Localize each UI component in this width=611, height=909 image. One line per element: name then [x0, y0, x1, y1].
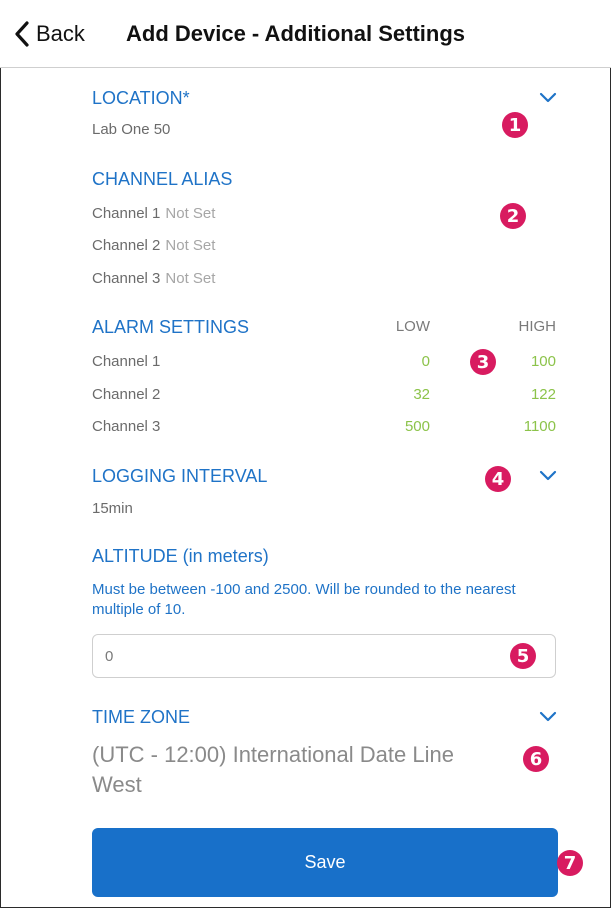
callout-badge-3: 3	[470, 349, 496, 375]
altitude-title: ALTITUDE (in meters)	[92, 546, 269, 566]
channel-alias-item-3[interactable]: Channel 3 Not Set	[92, 270, 215, 287]
logging-interval-chevron-down-icon[interactable]	[539, 470, 557, 482]
channel-alias-value: Not Set	[165, 237, 216, 254]
location-chevron-down-icon[interactable]	[539, 92, 557, 104]
time-zone-title: TIME ZONE	[92, 707, 190, 727]
save-button[interactable]: Save	[92, 828, 558, 897]
alarm-settings-title: ALARM SETTINGS	[92, 317, 250, 337]
callout-badge-7: 7	[557, 850, 583, 876]
back-label: Back	[36, 21, 85, 46]
callout-badge-4: 4	[485, 466, 511, 492]
page-title: Add Device - Additional Settings	[126, 21, 465, 46]
callout-badge-5: 5	[510, 643, 536, 669]
nav-header: Back Add Device - Additional Settings	[0, 0, 611, 68]
back-button[interactable]: Back	[14, 16, 85, 52]
location-title: LOCATION*	[92, 88, 190, 108]
alarm-row-1-low[interactable]: 0	[370, 353, 430, 370]
channel-alias-item-1[interactable]: Channel 1 Not Set	[92, 205, 215, 222]
logging-interval-value[interactable]: 15min	[92, 500, 133, 517]
location-value[interactable]: Lab One 50	[92, 121, 170, 138]
channel-alias-item-2[interactable]: Channel 2 Not Set	[92, 237, 215, 254]
alarm-row-label-2: Channel 2	[92, 386, 161, 403]
time-zone-value[interactable]: (UTC - 12:00) International Date Line We…	[92, 740, 492, 800]
channel-alias-value: Not Set	[165, 270, 216, 287]
low-column-header: LOW	[395, 318, 430, 335]
alarm-row-2-high[interactable]: 122	[496, 386, 556, 403]
logging-interval-title: LOGGING INTERVAL	[92, 466, 268, 486]
callout-badge-2: 2	[500, 203, 526, 229]
chevron-left-icon	[15, 21, 29, 47]
alarm-row-label-1: Channel 1	[92, 353, 161, 370]
time-zone-chevron-down-icon[interactable]	[539, 711, 557, 723]
channel-alias-title: CHANNEL ALIAS	[92, 169, 233, 189]
altitude-hint: Must be between -100 and 2500. Will be r…	[92, 581, 516, 618]
alarm-row-label-3: Channel 3	[92, 418, 161, 435]
channel-alias-value: Not Set	[165, 205, 216, 222]
channel-alias-label: Channel 1	[92, 205, 161, 222]
alarm-row-3-high[interactable]: 1100	[496, 418, 556, 435]
channel-alias-label: Channel 3	[92, 270, 161, 287]
callout-badge-1: 1	[502, 112, 528, 138]
channel-alias-label: Channel 2	[92, 237, 161, 254]
alarm-row-3-low[interactable]: 500	[370, 418, 430, 435]
high-column-header: HIGH	[518, 318, 557, 335]
altitude-input[interactable]	[92, 634, 556, 678]
alarm-row-2-low[interactable]: 32	[370, 386, 430, 403]
alarm-row-1-high[interactable]: 100	[496, 353, 556, 370]
callout-badge-6: 6	[523, 746, 549, 772]
